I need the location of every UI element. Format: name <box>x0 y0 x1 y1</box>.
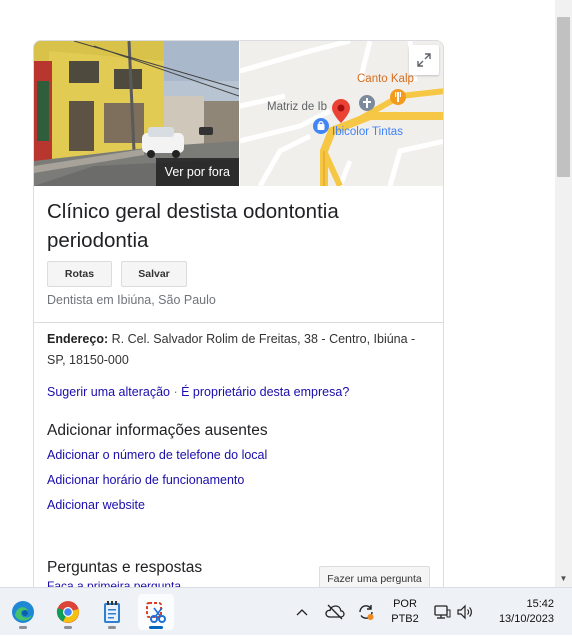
page-scrollbar[interactable]: ▼ <box>555 0 572 587</box>
ask-question-button[interactable]: Fazer uma pergunta <box>319 566 430 587</box>
location-map[interactable]: Canto Kalp Matriz de Ib Ibicolor Tintas <box>239 41 443 186</box>
claim-business-link[interactable]: É proprietário desta empresa? <box>181 385 349 399</box>
add-website-link[interactable]: Adicionar website <box>47 498 145 512</box>
chrome-taskbar-button[interactable] <box>50 594 86 630</box>
network-tray-button[interactable] <box>432 588 452 636</box>
chevron-up-icon <box>296 609 308 616</box>
missing-info-heading: Adicionar informações ausentes <box>47 422 268 439</box>
expand-map-button[interactable] <box>409 45 439 75</box>
show-hidden-icons-button[interactable] <box>292 588 312 636</box>
restaurant-icon <box>390 89 406 105</box>
notepad-taskbar-button[interactable] <box>94 594 130 630</box>
street-view-photo[interactable]: Ver por fora <box>34 41 239 186</box>
browser-viewport: Ver por fora Canto Kalp Matriz de Ib Ibi… <box>0 0 572 587</box>
edge-icon <box>12 601 34 623</box>
map-label-ibicolor: Ibicolor Tintas <box>332 126 403 138</box>
panel-media: Ver por fora Canto Kalp Matriz de Ib Ibi… <box>34 41 443 186</box>
scroll-thumb[interactable] <box>557 17 570 177</box>
language-code: POR <box>393 598 417 610</box>
chrome-running-indicator <box>64 626 72 629</box>
expand-icon <box>417 53 431 67</box>
snipping-tool-icon <box>146 602 166 623</box>
volume-tray-button[interactable] <box>455 588 475 636</box>
qa-heading: Perguntas e respostas <box>47 559 203 576</box>
add-phone-link[interactable]: Adicionar o número de telefone do local <box>47 448 267 462</box>
business-title: Clínico geral destista odontontia period… <box>47 200 339 252</box>
clock-date: 13/10/2023 <box>498 613 554 625</box>
notepad-running-indicator <box>108 626 116 629</box>
speaker-icon <box>457 604 472 620</box>
edge-taskbar-button[interactable] <box>5 594 41 630</box>
windows-taskbar: POR PTB2 15:42 13/10/2023 <box>0 587 572 635</box>
snipping-tool-taskbar-button[interactable] <box>138 594 174 630</box>
network-wired-icon <box>434 605 451 619</box>
address-row: Endereço: R. Cel. Salvador Rolim de Frei… <box>47 329 432 371</box>
sync-tray-button[interactable] <box>355 588 377 636</box>
save-button[interactable]: Salvar <box>121 261 187 287</box>
add-hours-link[interactable]: Adicionar horário de funcionamento <box>47 473 244 487</box>
clock-time: 15:42 <box>526 598 554 610</box>
knowledge-panel: Ver por fora Canto Kalp Matriz de Ib Ibi… <box>33 40 444 587</box>
scroll-down-arrow-icon[interactable]: ▼ <box>555 570 572 587</box>
snipping-tool-running-indicator <box>149 626 163 629</box>
cloud-offline-icon <box>325 604 345 620</box>
keyboard-layout: PTB2 <box>391 613 419 625</box>
section-divider <box>34 322 443 323</box>
address-label: Endereço: <box>47 332 109 346</box>
map-label-matriz: Matriz de Ib <box>267 101 328 113</box>
business-category: Dentista em Ibiúna, São Paulo <box>47 293 216 307</box>
sync-icon <box>359 605 374 620</box>
notepad-icon <box>104 601 120 623</box>
location-pin-icon <box>332 99 350 123</box>
first-question-link[interactable]: Faça a primeira pergunta <box>47 579 181 587</box>
onedrive-tray-button[interactable] <box>323 588 347 636</box>
chrome-icon <box>56 601 79 623</box>
edge-running-indicator <box>19 626 27 629</box>
outside-view-button[interactable]: Ver por fora <box>155 158 239 186</box>
map-label-canto: Canto Kalp <box>357 73 414 85</box>
system-clock[interactable]: 15:42 13/10/2023 <box>488 588 558 636</box>
church-icon <box>359 95 375 111</box>
directions-button[interactable]: Rotas <box>47 261 112 287</box>
shopping-bag-icon <box>313 118 329 134</box>
link-separator: · <box>173 385 178 399</box>
edit-links-row: Sugerir uma alteração · É proprietário d… <box>47 385 349 399</box>
input-language-indicator[interactable]: POR PTB2 <box>385 588 425 636</box>
suggest-edit-link[interactable]: Sugerir uma alteração <box>47 385 170 399</box>
